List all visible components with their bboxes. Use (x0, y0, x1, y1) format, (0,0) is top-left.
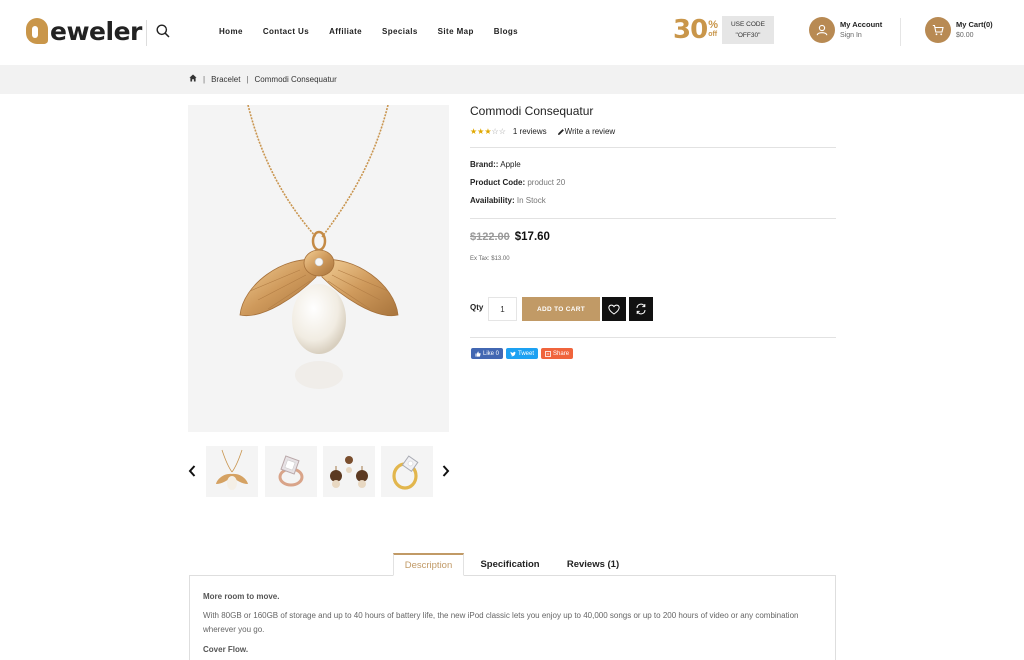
pencil-icon (557, 128, 564, 135)
new-price: $17.60 (514, 231, 550, 243)
nav-blogs[interactable]: Blogs (494, 27, 518, 36)
tab-specification[interactable]: Specification (474, 553, 546, 576)
old-price: $122.00 (470, 231, 510, 243)
share-button[interactable]: Share (541, 348, 574, 359)
main-nav: Home Contact Us Affiliate Specials Site … (219, 27, 538, 36)
twitter-icon (510, 351, 516, 356)
divider (470, 147, 836, 148)
breadcrumb-bar: | Bracelet | Commodi Consequatur (0, 65, 1024, 94)
heart-icon (608, 304, 620, 315)
chevron-right-icon[interactable] (441, 464, 453, 478)
chevron-left-icon[interactable] (187, 464, 199, 478)
logo[interactable]: eweler (26, 16, 142, 46)
search-icon[interactable] (156, 24, 172, 40)
nav-contact-us[interactable]: Contact Us (263, 27, 309, 36)
site-header: eweler Home Contact Us Affiliate Special… (0, 0, 1024, 65)
product-main-image[interactable] (188, 105, 449, 432)
thumbnail-diamond-ring[interactable] (381, 446, 433, 497)
logo-text: eweler (50, 16, 142, 46)
breadcrumb-current[interactable]: Commodi Consequatur (255, 75, 337, 84)
divider (470, 218, 836, 219)
nav-site-map[interactable]: Site Map (438, 27, 474, 36)
availability-value: In Stock (516, 196, 546, 205)
breadcrumb-separator: | (203, 74, 206, 84)
thumbnail-ring[interactable] (265, 446, 317, 497)
reviews-link[interactable]: 1 reviews (513, 127, 547, 136)
brand-value[interactable]: Apple (500, 160, 520, 169)
home-icon[interactable] (189, 74, 197, 84)
description-paragraph: With 80GB or 160GB of storage and up to … (203, 611, 799, 634)
description-panel: More room to move. With 80GB or 160GB of… (189, 575, 836, 660)
product-code-label: Product Code: (470, 178, 526, 187)
description-heading: More room to move. (203, 592, 280, 601)
divider (900, 18, 901, 46)
breadcrumb-separator: | (246, 74, 249, 84)
star-filled-icon: ★ (470, 126, 478, 136)
thumbnail-pendant[interactable] (206, 446, 258, 497)
compare-button[interactable] (629, 297, 653, 321)
my-cart-button[interactable]: My Cart(0) $0.00 (925, 17, 993, 43)
tweet-label: Tweet (518, 350, 535, 357)
wishlist-button[interactable] (602, 297, 626, 321)
account-subtitle: Sign In (840, 32, 862, 39)
promo-percent: % (708, 19, 718, 31)
description-heading: Cover Flow. (203, 645, 249, 654)
cart-icon (925, 17, 951, 43)
facebook-like-button[interactable]: Like 0 (471, 348, 504, 359)
thumbnail-earrings[interactable] (323, 446, 375, 497)
qty-input[interactable] (488, 297, 517, 321)
nav-home[interactable]: Home (219, 27, 243, 36)
star-empty-icon: ☆ (491, 126, 499, 136)
user-icon (809, 17, 835, 43)
logo-mark-icon (26, 18, 48, 44)
breadcrumb-bracelet[interactable]: Bracelet (211, 75, 240, 84)
qty-label: Qty (470, 303, 484, 312)
share-label: Share (553, 350, 570, 357)
cart-title: My Cart(0) (956, 20, 993, 29)
promo-code-label: USE CODE (730, 21, 765, 28)
compare-icon (636, 303, 646, 315)
social-share: Like 0 Tweet Share (471, 348, 576, 359)
my-account-button[interactable]: My Account Sign In (809, 17, 882, 43)
price-row: $122.00 $17.60 (470, 231, 550, 243)
ex-tax: Ex Tax: $13.00 (470, 256, 510, 262)
write-review-label: Write a review (564, 127, 616, 136)
star-filled-icon: ★ (484, 126, 492, 136)
rating-row: ★ ★ ★ ☆ ☆ 1 reviews Write a review (470, 127, 615, 136)
star-filled-icon: ★ (477, 126, 485, 136)
availability-label: Availability: (470, 196, 515, 205)
divider (470, 337, 836, 338)
tweet-button[interactable]: Tweet (506, 348, 539, 359)
product-tabs: Description Specification Reviews (1) Mo… (189, 553, 836, 660)
like-label: Like 0 (483, 350, 500, 357)
nav-affiliate[interactable]: Affiliate (329, 27, 362, 36)
thumbnail-carousel (185, 446, 455, 498)
nav-specials[interactable]: Specials (382, 27, 418, 36)
promo-number: 30 (673, 15, 708, 45)
pearl-pendant-image (239, 105, 399, 420)
product-title: Commodi Consequatur (470, 104, 594, 118)
availability-line: Availability: In Stock (470, 196, 546, 205)
cart-total: $0.00 (956, 32, 974, 39)
divider (146, 20, 147, 46)
brand-label: Brand:: (470, 160, 499, 169)
promo-code-box: USE CODE "OFF30" (721, 16, 774, 44)
star-empty-icon: ☆ (498, 126, 506, 136)
tab-description[interactable]: Description (393, 553, 464, 576)
account-title: My Account (840, 20, 883, 29)
tab-reviews[interactable]: Reviews (1) (559, 553, 627, 576)
product-code-value: product 20 (527, 178, 566, 187)
breadcrumb: | Bracelet | Commodi Consequatur (189, 74, 337, 84)
promo-banner: 30 % off USE CODE "OFF30" (673, 16, 774, 44)
thumbs-up-icon (475, 351, 481, 357)
write-review-link[interactable]: Write a review (557, 127, 616, 136)
promo-off: off (708, 31, 718, 38)
star-rating: ★ ★ ★ ☆ ☆ (470, 126, 506, 136)
share-icon (545, 350, 551, 357)
add-to-cart-button[interactable]: ADD TO CART (522, 297, 600, 321)
brand-line: Brand:: Apple (470, 160, 521, 169)
promo-code-value: "OFF30" (735, 32, 761, 39)
product-code-line: Product Code: product 20 (470, 178, 565, 187)
